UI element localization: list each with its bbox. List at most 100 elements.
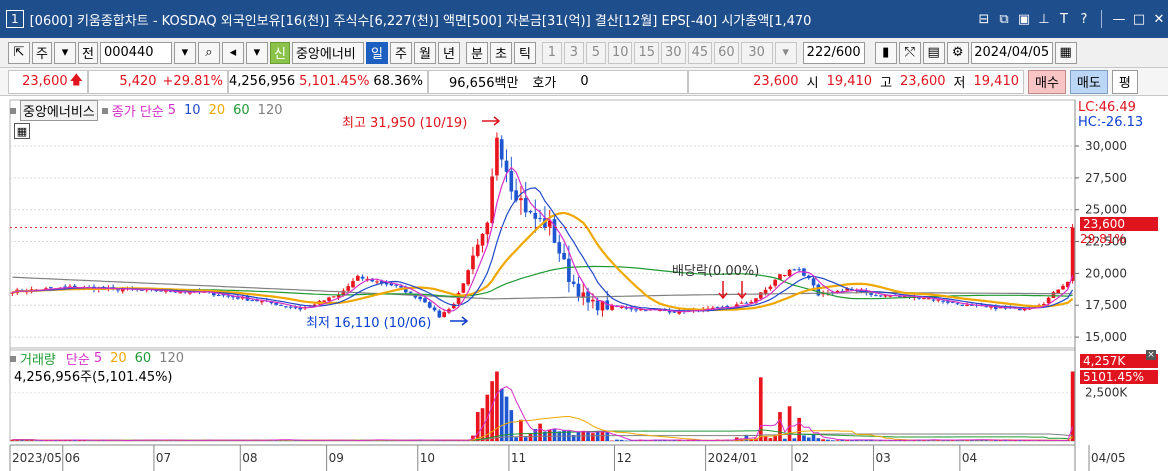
candle-body (485, 222, 490, 235)
save-icon[interactable]: ▤ (922, 41, 945, 64)
candle-body (1061, 285, 1065, 290)
candle-body (423, 298, 427, 303)
legend-square-icon (10, 355, 16, 362)
stock-name-label[interactable]: 중앙에너비스 (20, 100, 98, 121)
candle-type-icon[interactable]: ▮ (874, 41, 897, 64)
candle-body (236, 297, 240, 299)
legend-square-icon (101, 107, 108, 114)
legend-square-icon (10, 107, 16, 114)
candle-body (120, 289, 125, 292)
layout-icon[interactable]: ▣ (1015, 10, 1033, 28)
candle-body (279, 304, 283, 306)
candle-body (768, 286, 773, 289)
close-icon[interactable]: ✕ (1150, 10, 1168, 28)
period-month[interactable]: 월 (413, 41, 436, 64)
volume-bar (519, 419, 523, 441)
code-input[interactable]: 000440 (99, 41, 172, 64)
amount-cell: 96,656백만 호가 0 (428, 69, 688, 94)
candle-body (739, 302, 744, 304)
bar-count-value: 222 (806, 45, 832, 60)
period-minute[interactable]: 분 (465, 41, 488, 64)
x-tick-label: 04/05 (1091, 451, 1126, 465)
volume-bar (615, 439, 619, 441)
period-year[interactable]: 년 (437, 41, 460, 64)
up-arrow-icon: 🡅 (69, 72, 83, 88)
bar-count[interactable]: 222/600 (802, 41, 865, 64)
font-icon[interactable]: T (1055, 10, 1073, 28)
window-copy-icon[interactable]: ⧉ (995, 10, 1013, 28)
candle-body (619, 307, 624, 309)
help-icon[interactable]: ? (1075, 10, 1093, 28)
period-day[interactable]: 일 (365, 41, 388, 64)
minute-3[interactable]: 3 (563, 41, 584, 64)
date-input[interactable]: 2024/04/05 (970, 41, 1053, 64)
candle-body (567, 258, 571, 283)
minute-dropdown-icon[interactable]: ▾ (774, 41, 797, 64)
maximize-icon[interactable]: □ (1130, 10, 1148, 28)
chart-area[interactable]: 15,000 17,500 20,000 22,500 25,000 27,500 30,0… (0, 96, 1168, 471)
dividend-arrow (718, 281, 728, 300)
minute-30[interactable]: 30 (661, 41, 686, 64)
hoga-value: 0 (580, 74, 589, 89)
volume-bar (758, 377, 763, 441)
ma-legend-prefix: 종가 단순 (111, 105, 164, 120)
volume-bar (778, 412, 782, 441)
gear-icon[interactable]: ⚙ (946, 41, 969, 64)
search-icon[interactable]: ⌕ (197, 41, 220, 64)
buy-button[interactable]: 매수 (1028, 69, 1066, 94)
volume-bar (806, 437, 811, 441)
mode-dropdown-icon[interactable]: ▾ (53, 41, 76, 64)
minute-45[interactable]: 45 (687, 41, 713, 64)
turnover: 68.36% (373, 74, 423, 89)
pin-icon[interactable]: ⊥ (1035, 10, 1053, 28)
x-tick-label: 03 (876, 451, 891, 465)
volume-ma60-line (12, 429, 1073, 441)
sell-button[interactable]: 매도 (1069, 69, 1108, 94)
title-icons: ⊟ ⧉ ▣ ⊥ T ? — □ ✕ (975, 10, 1168, 28)
candle-body (792, 269, 797, 271)
code-dropdown-icon[interactable]: ▾ (173, 41, 196, 64)
minute-10[interactable]: 10 (607, 41, 633, 64)
link-icon[interactable]: ⇱ (8, 41, 30, 64)
candle-body (1051, 292, 1056, 299)
period-week[interactable]: 주 (389, 41, 412, 64)
minute-select[interactable]: 30 (740, 41, 773, 64)
period-second[interactable]: 초 (489, 41, 512, 64)
price-legend: 중앙에너비스 종가 단순 5 10 20 60 120 (10, 100, 283, 121)
new-badge[interactable]: 신 (269, 41, 290, 64)
minimize-icon[interactable]: — (1110, 10, 1128, 28)
vol-legend-20: 20 (110, 351, 127, 366)
mode-select[interactable]: 주 (32, 41, 52, 64)
candle-body (475, 244, 480, 256)
indicator-icon[interactable]: ⤲ (898, 41, 921, 64)
sound-dropdown-icon[interactable]: ▾ (245, 41, 268, 64)
low-arrow (450, 316, 469, 326)
volume-cell: 4,256,956 5,101.45% 68.36% (228, 69, 428, 94)
candle-body (408, 291, 413, 293)
candle-body (427, 302, 432, 308)
candle-body (1046, 297, 1051, 304)
minute-60[interactable]: 60 (714, 41, 739, 64)
prev-button[interactable]: 전 (77, 41, 98, 64)
window-split-icon[interactable]: ⊟ (975, 10, 993, 28)
volume-bar (782, 438, 787, 441)
minute-1[interactable]: 1 (541, 41, 562, 64)
avg-button[interactable]: 평 (1111, 69, 1138, 94)
candle-body (471, 255, 475, 270)
grid-icon[interactable]: ▦ (14, 123, 30, 139)
candle-body (643, 310, 648, 312)
x-tick-label: 12 (616, 451, 631, 465)
minute-5[interactable]: 5 (585, 41, 606, 64)
minute-15[interactable]: 15 (634, 41, 660, 64)
volume-bar (475, 412, 480, 441)
candle-body (375, 281, 379, 283)
calendar-icon[interactable]: ▦ (1054, 41, 1077, 64)
high-arrow (482, 116, 501, 126)
volume-bar (605, 432, 610, 441)
candle-body (634, 309, 638, 311)
candle-body (331, 296, 336, 298)
period-tick[interactable]: 틱 (513, 41, 536, 64)
vol-legend-60: 60 (134, 351, 152, 366)
sound-icon[interactable]: ◂ (221, 41, 244, 64)
panel-close-icon[interactable]: × (1146, 350, 1156, 360)
